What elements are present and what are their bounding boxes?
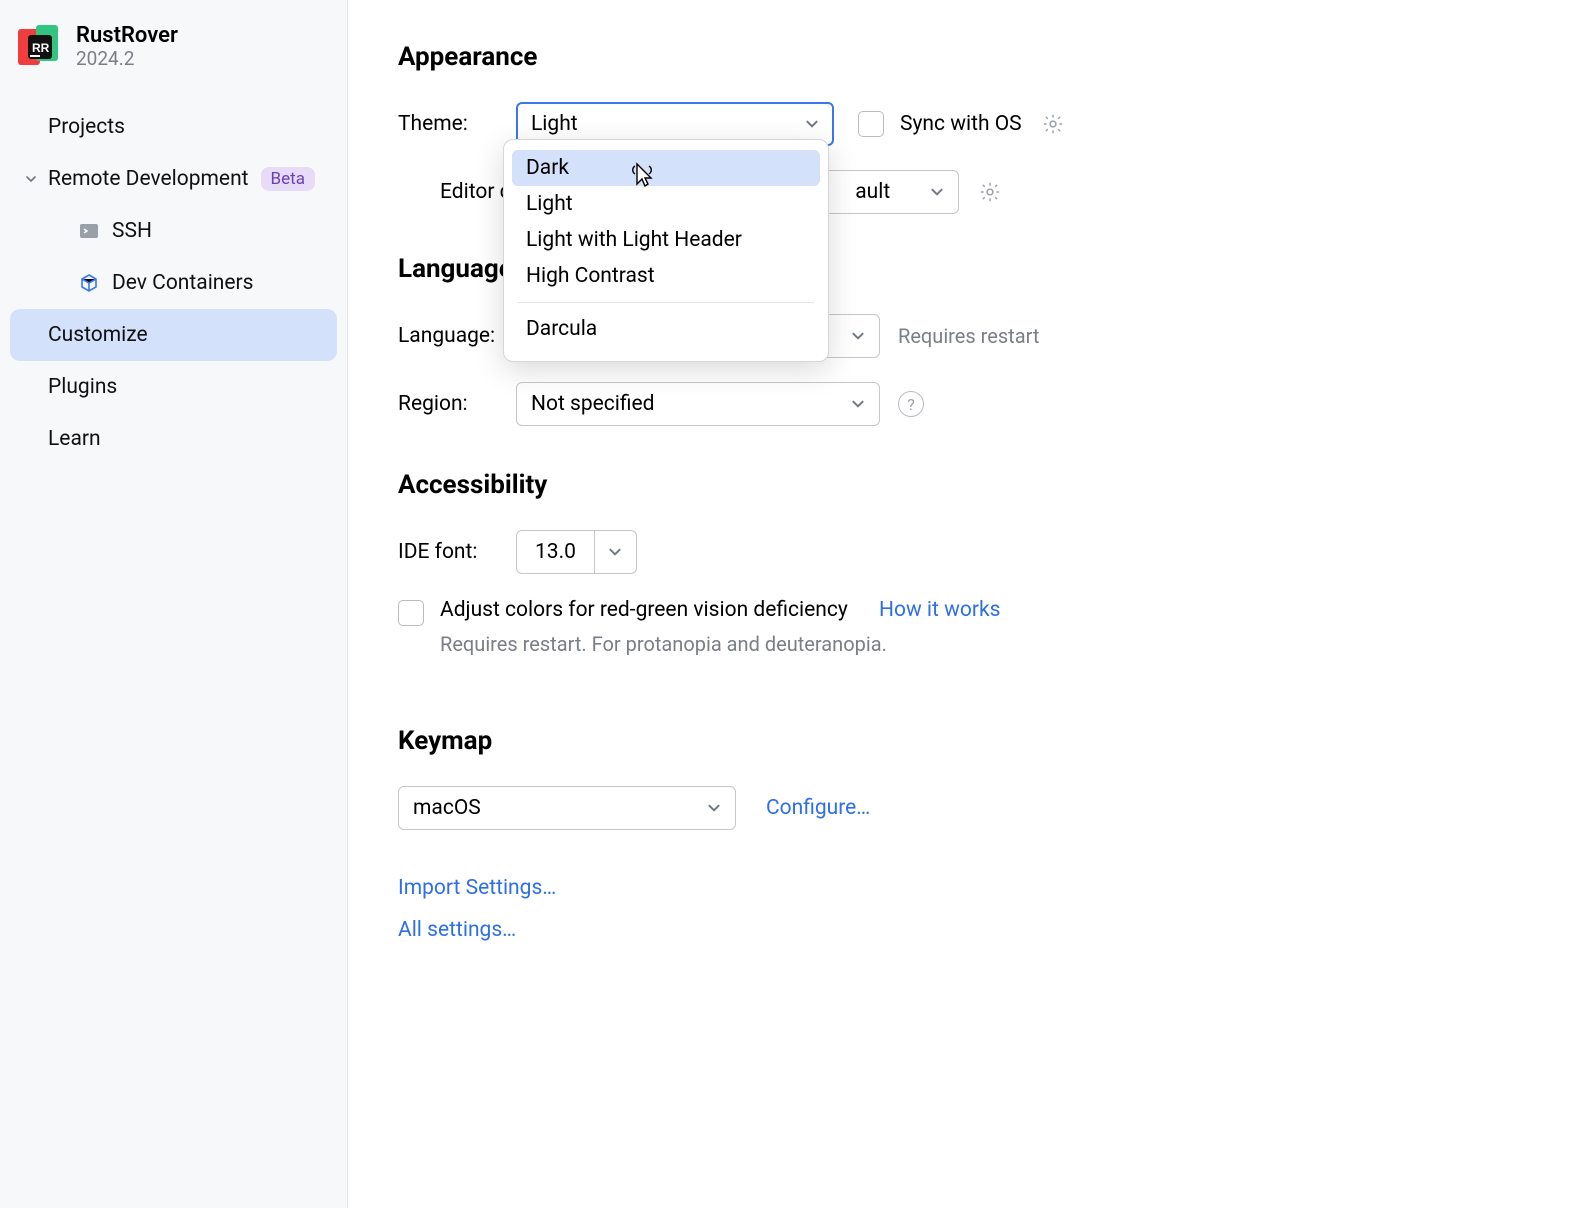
theme-option-high-contrast[interactable]: High Contrast [504, 258, 828, 294]
theme-option-light-with-light-header[interactable]: Light with Light Header [504, 222, 828, 258]
sidebar-item-plugins[interactable]: Plugins [0, 361, 347, 413]
chevron-down-icon [24, 172, 38, 186]
dropdown-separator [518, 302, 814, 303]
cube-icon [78, 272, 100, 294]
app-logo: RR [18, 25, 62, 69]
section-heading-appearance: Appearance [398, 42, 1533, 72]
sidebar-item-label: Dev Containers [112, 271, 254, 295]
ide-font-label: IDE font: [398, 540, 508, 564]
sidebar-item-customize[interactable]: Customize [10, 309, 337, 361]
svg-text:RR: RR [32, 41, 50, 55]
chevron-down-icon [707, 801, 721, 815]
sidebar-item-projects[interactable]: Projects [0, 101, 347, 153]
app-version: 2024.2 [76, 48, 178, 71]
terminal-icon [78, 220, 100, 242]
gear-icon[interactable] [1040, 111, 1066, 137]
adjust-colors-checkbox[interactable] [398, 600, 424, 626]
app-name: RustRover [76, 24, 178, 48]
gear-icon[interactable] [977, 179, 1003, 205]
how-it-works-link[interactable]: How it works [879, 598, 1001, 622]
section-heading-keymap: Keymap [398, 726, 1533, 756]
region-label: Region: [398, 392, 508, 416]
sidebar-item-label: Plugins [48, 375, 117, 399]
import-settings-link[interactable]: Import Settings… [398, 876, 556, 900]
ide-font-spinner[interactable]: 13.0 [516, 530, 637, 574]
beta-badge: Beta [261, 167, 315, 191]
sidebar-item-label: SSH [112, 219, 152, 243]
chevron-down-icon [930, 185, 944, 199]
keymap-value: macOS [413, 796, 481, 820]
keymap-select[interactable]: macOS [398, 786, 736, 830]
sync-os-checkbox[interactable] [858, 111, 884, 137]
configure-keymap-link[interactable]: Configure… [766, 796, 870, 820]
sidebar-item-remote-development[interactable]: Remote Development Beta [0, 153, 347, 205]
help-icon[interactable]: ? [898, 391, 924, 417]
sync-os-label: Sync with OS [900, 112, 1022, 136]
sidebar-item-label: Learn [48, 427, 101, 451]
sidebar-item-ssh[interactable]: SSH [0, 205, 347, 257]
language-label: Language: [398, 324, 508, 348]
sidebar-item-label: Projects [48, 115, 125, 139]
theme-label: Theme: [398, 112, 508, 136]
chevron-down-icon [851, 397, 865, 411]
all-settings-link[interactable]: All settings… [398, 918, 516, 942]
sidebar-item-dev-containers[interactable]: Dev Containers [0, 257, 347, 309]
adjust-colors-label: Adjust colors for red-green vision defic… [440, 598, 848, 622]
theme-option-light[interactable]: Light [504, 186, 828, 222]
theme-dropdown: Dark Light Light with Light Header High … [503, 139, 829, 362]
ide-font-value: 13.0 [517, 540, 594, 564]
chevron-down-icon [805, 117, 819, 131]
sidebar: RR RustRover 2024.2 Projects Remote Deve… [0, 0, 348, 1208]
sidebar-item-learn[interactable]: Learn [0, 413, 347, 465]
region-select[interactable]: Not specified [516, 382, 880, 426]
chevron-down-icon[interactable] [594, 531, 636, 573]
app-header: RR RustRover 2024.2 [0, 24, 347, 71]
chevron-down-icon [851, 329, 865, 343]
sidebar-item-label: Remote Development [48, 167, 249, 191]
adjust-colors-note: Requires restart. For protanopia and deu… [440, 632, 1000, 656]
theme-option-darcula[interactable]: Darcula [504, 311, 828, 347]
sidebar-item-label: Customize [48, 323, 148, 347]
section-heading-accessibility: Accessibility [398, 470, 1533, 500]
theme-select-value: Light [531, 112, 578, 136]
language-hint: Requires restart [898, 324, 1039, 348]
theme-option-dark[interactable]: Dark [512, 150, 820, 186]
region-value: Not specified [531, 392, 655, 416]
main-content: Appearance Theme: Light Sync with OS Edi… [348, 0, 1583, 1208]
